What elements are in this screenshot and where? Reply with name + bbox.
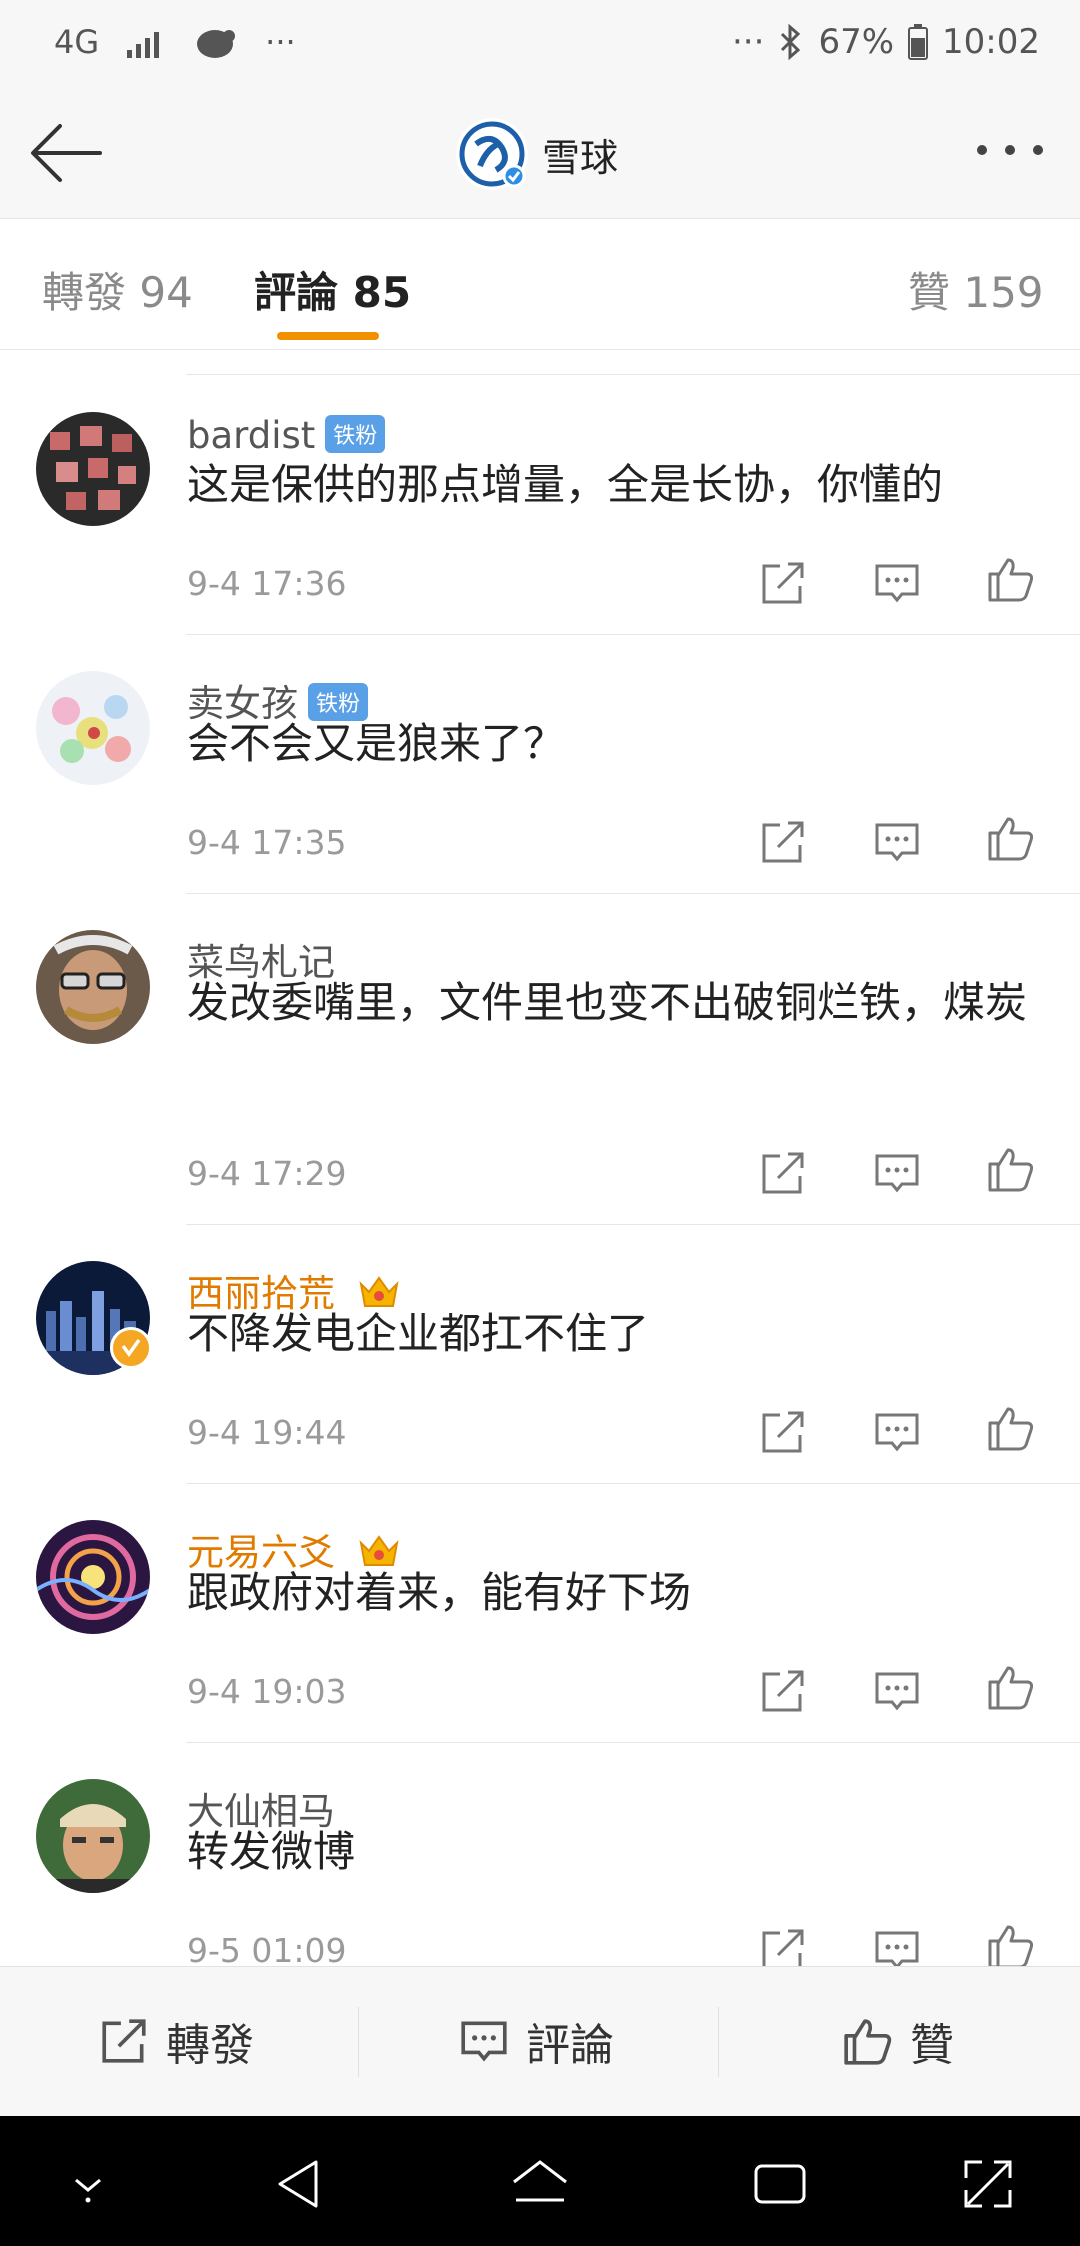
fan-badge: 铁粉	[325, 414, 386, 453]
repost-icon[interactable]	[758, 1925, 808, 1966]
tab-bar: 轉發 94 評論 85 贊 159	[0, 219, 1080, 350]
avatar[interactable]	[36, 1520, 150, 1634]
comment-time: 9-4 17:29	[187, 1154, 347, 1193]
recent-apps-icon[interactable]	[750, 2154, 810, 2214]
comment-time: 9-4 19:44	[187, 1413, 347, 1452]
like-icon[interactable]	[986, 554, 1036, 604]
repost-icon[interactable]	[758, 1148, 808, 1198]
tab-comments[interactable]: 評論 85	[254, 259, 411, 320]
comment-icon[interactable]	[872, 1666, 922, 1716]
comment-icon	[461, 2021, 507, 2062]
bluetooth-icon	[781, 24, 801, 60]
repost-icon[interactable]	[758, 817, 808, 867]
comment-icon[interactable]	[872, 1925, 922, 1966]
comment-button[interactable]: 評論	[458, 2011, 614, 2071]
comment-time: 9-5 01:09	[187, 1931, 347, 1966]
page-title: 雪球	[542, 135, 619, 180]
account-brand[interactable]: 雪球	[456, 118, 618, 190]
status-bar: 4G ··· ··· 67% 10:02	[0, 0, 1080, 90]
repost-icon[interactable]	[758, 1407, 808, 1457]
comment-text: 会不会又是狼来了？	[187, 719, 566, 768]
comment-text: 转发微博	[187, 1827, 356, 1876]
comment-time: 9-4 19:03	[187, 1672, 347, 1711]
like-icon[interactable]	[986, 1662, 1036, 1712]
clock: 10:02	[942, 22, 1040, 62]
app-notification-icon	[197, 30, 236, 58]
like-icon[interactable]	[986, 1403, 1036, 1453]
signal-icon	[127, 32, 160, 58]
comment-text: 跟政府对着来，能有好下场	[187, 1568, 692, 1617]
like-icon[interactable]	[986, 813, 1036, 863]
repost-icon[interactable]	[758, 1666, 808, 1716]
bottom-action-bar: 轉發 評論 贊	[0, 1966, 1080, 2117]
status-more-dots: ···	[265, 23, 296, 61]
expand-screen-icon[interactable]	[958, 2154, 1018, 2214]
header-bar: 雪球	[0, 90, 1080, 219]
comment-text: 不降发电企业都扛不住了	[187, 1309, 650, 1358]
active-tab-indicator	[277, 332, 379, 340]
comment-text: 这是保供的那点增量，全是长协，你懂的	[187, 460, 944, 509]
avatar[interactable]	[36, 671, 150, 785]
repost-button[interactable]: 轉發	[98, 2011, 254, 2071]
xueqiu-logo-icon	[456, 118, 528, 190]
avatar[interactable]	[36, 1779, 150, 1893]
avatar[interactable]	[36, 930, 150, 1044]
avatar[interactable]	[36, 412, 150, 526]
system-nav-bar	[0, 2116, 1080, 2246]
comment-icon[interactable]	[872, 1407, 922, 1457]
verified-badge-icon	[110, 1327, 152, 1369]
back-nav-icon[interactable]	[270, 2154, 330, 2214]
back-arrow-icon[interactable]	[28, 118, 108, 188]
comment-icon[interactable]	[872, 817, 922, 867]
home-nav-icon[interactable]	[510, 2154, 570, 2214]
comment-text: 发改委嘴里，文件里也变不出破铜烂铁，煤炭	[187, 978, 1028, 1027]
hide-keyboard-icon[interactable]	[58, 2154, 118, 2214]
more-options-icon[interactable]	[970, 130, 1050, 170]
battery-percent: 67%	[818, 22, 895, 62]
tab-likes[interactable]: 贊 159	[908, 259, 1044, 320]
comment-list[interactable]: bardist 铁粉 这是保供的那点增量，全是长协，你懂的 9-4 17:36 卖…	[0, 350, 1080, 1966]
comment-time: 9-4 17:35	[187, 823, 347, 862]
like-icon	[844, 2019, 892, 2065]
comment-icon[interactable]	[872, 558, 922, 608]
repost-icon[interactable]	[758, 558, 808, 608]
like-icon[interactable]	[986, 1921, 1036, 1966]
status-more-dots-right: ···	[732, 22, 765, 62]
like-button[interactable]: 贊	[842, 2011, 954, 2071]
battery-icon	[908, 24, 929, 60]
like-icon[interactable]	[986, 1144, 1036, 1194]
repost-icon	[102, 2019, 146, 2063]
comment-time: 9-4 17:36	[187, 564, 347, 603]
comment-icon[interactable]	[872, 1148, 922, 1198]
tab-repost[interactable]: 轉發 94	[42, 259, 193, 320]
network-label: 4G	[54, 23, 100, 61]
